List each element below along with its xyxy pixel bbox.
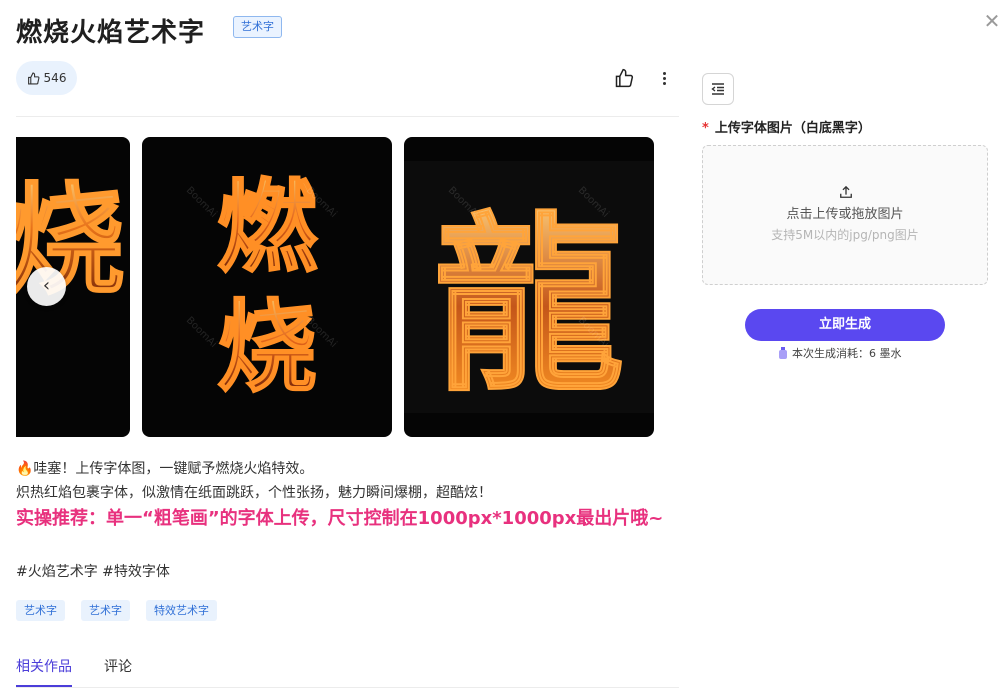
description-line-2: 炽热红焰包裹字体，似激情在纸面跳跃，个性张扬，魅力瞬间爆棚，超酷炫！ bbox=[16, 485, 492, 501]
carousel-slide-2[interactable]: 燃 烧 BoomAi BoomAi BoomAi BoomAi bbox=[142, 137, 392, 437]
like-count-button[interactable]: 546 bbox=[16, 61, 77, 95]
cost-text: 本次生成消耗：6 墨水 bbox=[792, 347, 902, 360]
required-mark: * bbox=[702, 121, 709, 136]
thumbs-up-icon bbox=[27, 72, 40, 84]
upload-icon bbox=[840, 185, 852, 198]
image-carousel: 燃烧 燃 烧 BoomAi BoomAi BoomAi BoomAi 龍 bbox=[16, 137, 656, 437]
flame-text-image: 燃 烧 bbox=[216, 168, 319, 407]
flame-text-image: 龍 bbox=[404, 161, 654, 418]
description-hashtags: #火焰艺术字 #特效字体 bbox=[16, 564, 170, 580]
upload-dropzone[interactable]: 点击上传或拖放图片 支持5M以内的jpg/png图片 bbox=[702, 145, 988, 285]
tag-item[interactable]: 特效艺术字 bbox=[146, 600, 217, 621]
tag-item[interactable]: 艺术字 bbox=[16, 600, 65, 621]
like-button[interactable] bbox=[614, 68, 634, 88]
collapse-panel-icon[interactable] bbox=[702, 73, 734, 105]
slide-glyph: 龍 bbox=[434, 196, 624, 417]
upload-instruction: 点击上传或拖放图片 bbox=[786, 207, 904, 222]
close-icon[interactable]: ✕ bbox=[982, 11, 1002, 31]
like-count: 546 bbox=[43, 71, 67, 85]
category-badge: 艺术字 bbox=[233, 16, 282, 38]
ink-bottle-icon bbox=[779, 347, 787, 359]
generate-button[interactable]: 立即生成 bbox=[745, 309, 945, 341]
more-vertical-icon[interactable] bbox=[656, 68, 672, 88]
svg-text:燃: 燃 bbox=[217, 169, 318, 286]
divider bbox=[16, 116, 679, 117]
page-title: 燃烧火焰艺术字 bbox=[16, 18, 206, 48]
description-line-1: 🔥哇塞！上传字体图，一键赋予燃烧火焰特效。 bbox=[16, 461, 314, 477]
description-highlight: 实操推荐：单一“粗笔画”的字体上传，尺寸控制在1000px*1000px最出片哦… bbox=[16, 508, 664, 529]
carousel-slide-3[interactable]: 龍 BoomAi BoomAi BoomAi bbox=[404, 137, 654, 437]
active-tab-indicator bbox=[16, 685, 72, 687]
generation-cost: 本次生成消耗：6 墨水 bbox=[778, 345, 902, 361]
upload-label-text: 上传字体图片（白底黑字） bbox=[714, 121, 871, 136]
tab-related-works[interactable]: 相关作品 bbox=[16, 656, 72, 676]
tag-item[interactable]: 艺术字 bbox=[81, 600, 130, 621]
content-tabs: 相关作品 评论 bbox=[16, 654, 679, 688]
svg-text:烧: 烧 bbox=[217, 289, 317, 406]
upload-hint: 支持5M以内的jpg/png图片 bbox=[771, 228, 919, 242]
tab-comments[interactable]: 评论 bbox=[104, 656, 132, 676]
tag-list: 艺术字 艺术字 特效艺术字 bbox=[16, 600, 217, 621]
thumbs-up-icon bbox=[615, 68, 634, 88]
upload-field-label: * 上传字体图片（白底黑字） bbox=[702, 117, 871, 136]
chevron-left-icon[interactable]: ‹ bbox=[27, 267, 66, 306]
